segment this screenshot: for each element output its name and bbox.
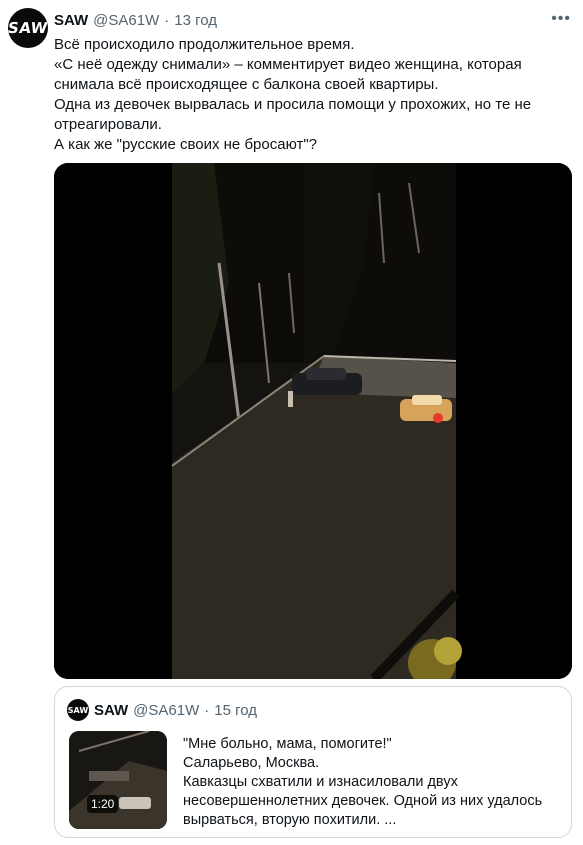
video-duration-badge: 1:20 [87, 795, 119, 813]
tweet-text-line: «С неё одежду снимали» – комментирует ви… [54, 56, 522, 73]
quoted-tweet-text: "Мне больно, мама, помогите!" Саларьево,… [183, 735, 563, 830]
author-name[interactable]: SAW [54, 12, 88, 29]
quoted-text-line: "Мне больно, мама, помогите!" [183, 736, 392, 752]
tweet-text: Всё происходило продолжительное время. «… [54, 35, 554, 155]
video-frame [54, 163, 572, 679]
avatar[interactable]: SAW [8, 8, 48, 48]
more-options-icon[interactable]: ••• [551, 10, 571, 28]
quoted-author-handle: @SA61W [133, 701, 200, 719]
video-player[interactable] [54, 163, 572, 679]
quoted-tweet-header: SAW SAW @SA61W · 15 год [67, 699, 257, 721]
tweet-header: SAW @SA61W · 13 год [54, 10, 543, 30]
quoted-text-line: несовершеннолетних девочек. Одной из них… [183, 793, 543, 809]
tweet-timestamp[interactable]: 13 год [174, 12, 217, 29]
quoted-video-thumbnail[interactable]: 1:20 [69, 731, 167, 829]
quoted-author-name: SAW [94, 701, 129, 719]
tweet-text-line: А как же "русские своих не бросают"? [54, 136, 318, 153]
quoted-tweet[interactable]: SAW SAW @SA61W · 15 год 1:20 "Мне больно… [54, 686, 572, 838]
quoted-thumbnail-image [69, 731, 167, 829]
quoted-text-line: вырваться, вторую похитили. ... [183, 812, 397, 828]
avatar-logo-text: SAW [8, 19, 48, 37]
quoted-avatar-logo-text: SAW [67, 705, 89, 715]
quoted-timestamp: 15 год [214, 701, 258, 719]
tweet-text-line: отреагировали. [54, 116, 162, 133]
quoted-avatar: SAW [67, 699, 89, 721]
author-handle[interactable]: @SA61W [93, 12, 159, 29]
separator-dot: · [164, 11, 170, 29]
quoted-text-line: Кавказцы схватили и изнасиловали двух [183, 774, 458, 790]
tweet-text-line: Всё происходило продолжительное время. [54, 36, 355, 53]
quoted-separator-dot: · [204, 701, 210, 719]
tweet-text-line: Одна из девочек вырвалась и просила помо… [54, 96, 532, 113]
tweet-text-line: снимала всё происходящее с балкона своей… [54, 76, 439, 93]
quoted-text-line: Саларьево, Москва. [183, 755, 320, 771]
